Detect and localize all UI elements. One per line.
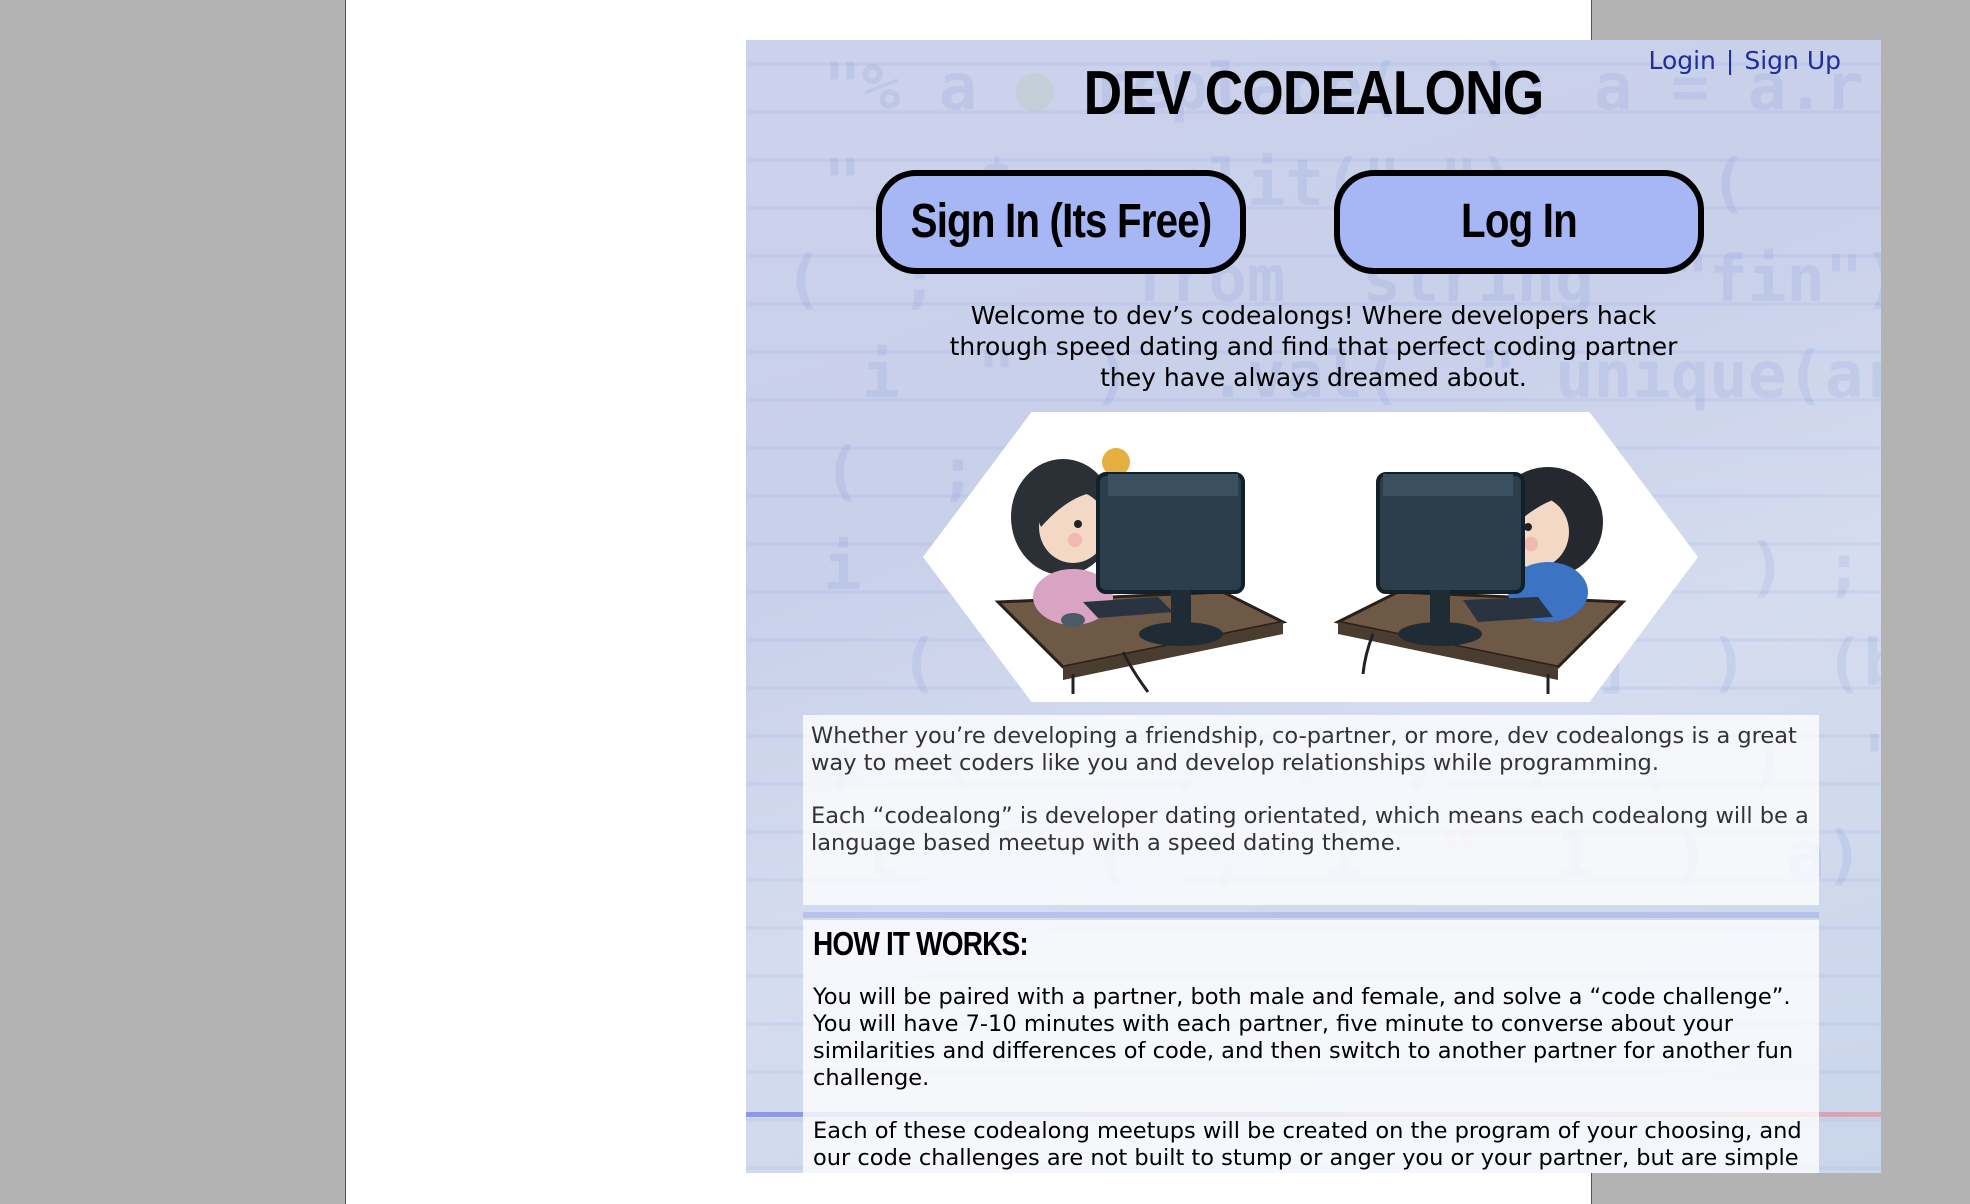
two-coders-illustration [923,412,1698,702]
intro-panel: Whether you’re developing a friendship, … [803,715,1819,905]
coders-illustration-icon [994,448,1627,694]
sign-in-button-label: Sign In (Its Free) [910,195,1213,248]
welcome-line-3: they have always dreamed about. [1100,363,1527,392]
log-in-button-label: Log In [1461,195,1578,248]
site-title: DEV CODEALONG [1083,59,1545,128]
how-it-works-paragraph-2: Each of these codealong meetups will be … [813,1118,1802,1173]
page-container: "% a ● replace( ); a = a.r ". $ .split("… [345,0,1881,1204]
how-it-works-heading: HOW IT WORKS: [813,925,1029,962]
section-divider [803,912,1819,918]
intro-paragraph-2: Each “codealong” is developer dating ori… [811,803,1809,856]
sign-in-button[interactable]: Sign In (Its Free) [876,170,1246,274]
how-it-works-panel: HOW IT WORKS: You will be paired with a … [803,920,1819,1173]
how-it-works-paragraph-1: You will be paired with a partner, both … [813,984,1794,1091]
welcome-line-1: Welcome to dev’s codealongs! Where devel… [970,301,1657,330]
hero-section: "% a ● replace( ); a = a.r ". $ .split("… [746,40,1881,1173]
intro-paragraph-1: Whether you’re developing a friendship, … [811,723,1797,776]
welcome-text: Welcome to dev’s codealongs! Where devel… [746,300,1881,393]
welcome-line-2: through speed dating and find that perfe… [949,332,1678,361]
log-in-button[interactable]: Log In [1334,170,1704,274]
